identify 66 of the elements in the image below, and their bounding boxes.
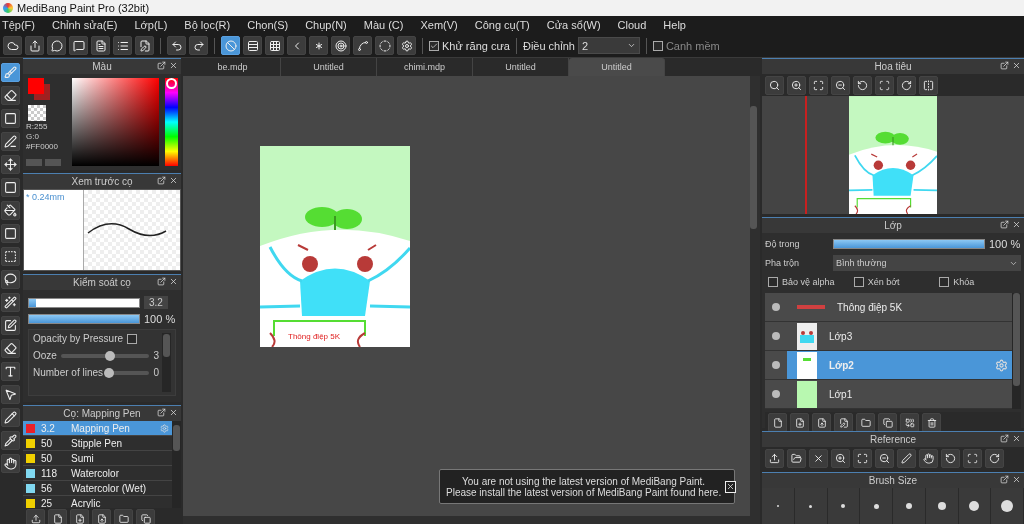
option-value: 0 — [153, 367, 159, 378]
menu-item[interactable]: Tệp(F) — [2, 19, 35, 31]
option-label: Opacity by Pressure — [33, 333, 124, 344]
option-label: Ooze — [33, 350, 57, 361]
opacity-value: 100 % — [144, 313, 176, 325]
menu-item[interactable]: Chỉnh sửa(E) — [52, 19, 118, 31]
brush-name: Acrylic — [71, 497, 102, 508]
layer-name: Lớp2 — [829, 359, 855, 371]
window-title: MediBang Paint Pro (32bit) — [17, 2, 150, 14]
document-tab[interactable]: Untitled — [569, 58, 665, 76]
brush-size: 3.2 — [41, 422, 56, 434]
layer-option-label: Xén bớt — [867, 277, 900, 287]
menu-item[interactable]: Cloud — [617, 19, 647, 31]
smoothing-label: Canh mềm — [665, 39, 720, 52]
layer-name: Thông điệp 5K — [837, 301, 904, 313]
menu-item[interactable]: Màu (C) — [363, 19, 404, 31]
correction-dropdown[interactable]: 2 — [577, 37, 640, 54]
panel-title: Lớp — [884, 220, 902, 231]
brush-size: 118 — [41, 467, 58, 479]
panel-title: Cọ: Mapping Pen — [63, 408, 141, 419]
opacity-label: Độ trong — [765, 239, 801, 249]
channel-value: G:0 — [26, 132, 40, 141]
brush-size: 25 — [41, 497, 54, 508]
blend-label: Pha trộn — [765, 258, 801, 268]
brush-name: Stipple Pen — [71, 437, 124, 449]
brush-size: 50 — [41, 437, 54, 449]
brush-name: Sumi — [71, 452, 95, 464]
menu-item[interactable]: Chọn(S) — [247, 19, 289, 31]
brush-size-value[interactable]: 3.2 — [144, 296, 168, 309]
brush-list-item[interactable]: 50 Sumi — [23, 451, 172, 466]
brush-name: Watercolor — [71, 467, 120, 479]
brush-size: 50 — [41, 452, 54, 464]
brush-size: 56 — [41, 482, 54, 494]
menu-item[interactable]: Chụp(N) — [305, 19, 347, 31]
menu-item[interactable]: Cửa sổ(W) — [546, 19, 601, 31]
layer-option-label: Bảo vệ alpha — [782, 277, 835, 287]
brush-list-item[interactable]: 56 Watercolor (Wet) — [23, 481, 172, 496]
layer-name: Lớp1 — [829, 388, 854, 400]
layer-name: Lớp3 — [829, 330, 854, 342]
caption-text: Thông điệp 5K — [288, 332, 341, 341]
brush-name: Mapping Pen — [71, 422, 131, 434]
layer-opacity-value: 100 % — [989, 238, 1021, 250]
blend-mode-dropdown[interactable]: Bình thường — [833, 255, 1021, 271]
notification-text: You are not using the latest version of MediBang Paint. — [462, 475, 706, 487]
brush-list-item[interactable]: 118 Watercolor — [23, 466, 172, 481]
notification-text: Please install the latest version of MediBang Paint found here. — [446, 486, 722, 498]
menu-item[interactable]: Bộ lọc(R) — [184, 19, 231, 31]
antialias-label: Khử răng cưa — [442, 39, 510, 52]
menu-item[interactable]: Help — [663, 19, 686, 31]
channel-value: R:255 — [26, 122, 49, 131]
panel-title: Hoa tiêu — [874, 61, 912, 72]
option-value: 3 — [153, 350, 159, 361]
panel-title: Brush Size — [868, 475, 918, 486]
brush-name: Watercolor (Wet) — [71, 482, 147, 494]
menu-item[interactable]: Lớp(L) — [134, 19, 168, 31]
panel-title: Kiểm soát cọ — [73, 277, 131, 288]
option-label: Number of lines — [33, 367, 104, 378]
menu-item[interactable]: Công cụ(T) — [474, 19, 530, 31]
hex-value: #FF0000 — [26, 142, 60, 151]
correction-label: Điều chỉnh — [522, 39, 575, 52]
panel-title: Reference — [869, 434, 917, 445]
panel-title: Xem trước cọ — [71, 176, 133, 187]
panel-title: Màu — [92, 61, 112, 72]
layer-option-label: Khóa — [953, 277, 975, 287]
brush-list-item[interactable]: 50 Stipple Pen — [23, 436, 172, 451]
menu-item[interactable]: Xem(V) — [420, 19, 458, 31]
